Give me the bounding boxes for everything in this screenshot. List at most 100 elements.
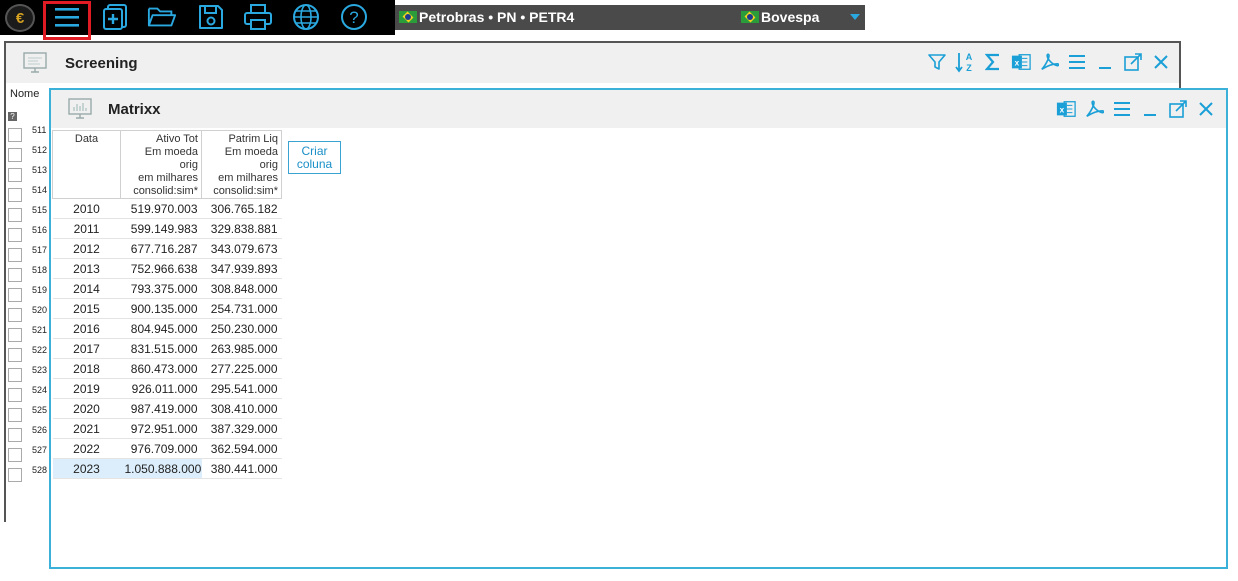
value-cell[interactable]: 347.939.893 [201,258,282,279]
dropdown-arrow-icon[interactable] [850,14,860,21]
open-button[interactable] [147,3,177,31]
year-cell[interactable]: 2015 [52,298,121,319]
row-checkbox[interactable] [8,308,22,322]
table-row[interactable]: 2012 677.716.287 343.079.673 [52,238,282,259]
table-row[interactable]: 2016 804.945.000 250.230.000 [52,318,282,339]
value-cell[interactable]: 972.951.000 [120,418,202,439]
row-checkbox[interactable] [8,128,22,142]
print-button[interactable] [243,3,273,31]
value-cell[interactable]: 926.011.000 [120,378,202,399]
value-cell[interactable]: 380.441.000 [201,458,282,479]
table-row[interactable]: 2020 987.419.000 308.410.000 [52,398,282,419]
filter-button[interactable] [927,51,947,73]
row-checkbox[interactable] [8,428,22,442]
web-button[interactable] [291,3,321,31]
maximize-button[interactable] [1168,98,1188,120]
column-header-nome[interactable]: Nome [10,88,39,100]
create-column-button[interactable]: Criar coluna [288,141,341,174]
row-checkbox[interactable] [8,368,22,382]
row-checkbox[interactable] [8,468,22,482]
table-row[interactable]: 2013 752.966.638 347.939.893 [52,258,282,279]
value-cell[interactable]: 987.419.000 [120,398,202,419]
value-cell[interactable]: 599.149.983 [120,218,202,239]
row-checkbox[interactable] [8,448,22,462]
ticker-bar[interactable]: Petrobras • PN • PETR4 Bovespa [395,5,865,30]
value-cell[interactable]: 1.050.888.000 [120,458,202,479]
help-button[interactable]: ? [339,3,369,31]
pdf-button[interactable] [1039,51,1059,73]
excel-button[interactable]: x [1011,51,1031,73]
table-row[interactable]: 2011 599.149.983 329.838.881 [52,218,282,239]
year-cell[interactable]: 2016 [52,318,121,339]
minimize-button[interactable] [1140,98,1160,120]
year-cell[interactable]: 2013 [52,258,121,279]
year-cell[interactable]: 2020 [52,398,121,419]
row-checkbox[interactable] [8,328,22,342]
value-cell[interactable]: 306.765.182 [201,198,282,219]
row-checkbox[interactable] [8,188,22,202]
column-header[interactable]: Data [52,130,121,199]
value-cell[interactable]: 860.473.000 [120,358,202,379]
table-row[interactable]: 2015 900.135.000 254.731.000 [52,298,282,319]
value-cell[interactable]: 752.966.638 [120,258,202,279]
value-cell[interactable]: 308.410.000 [201,398,282,419]
new-document-button[interactable] [100,3,130,31]
sort-button[interactable]: A Z [955,51,975,73]
year-cell[interactable]: 2019 [52,378,121,399]
row-checkbox[interactable] [8,288,22,302]
value-cell[interactable]: 263.985.000 [201,338,282,359]
save-button[interactable] [196,3,226,31]
year-cell[interactable]: 2022 [52,438,121,459]
table-row[interactable]: 2017 831.515.000 263.985.000 [52,338,282,359]
menu-button[interactable] [52,3,82,31]
value-cell[interactable]: 900.135.000 [120,298,202,319]
value-cell[interactable]: 308.848.000 [201,278,282,299]
row-checkbox[interactable] [8,168,22,182]
row-checkbox[interactable] [8,388,22,402]
column-header[interactable]: Patrim Liq Em moeda orig em milhares consol… [201,130,282,199]
row-checkbox[interactable] [8,208,22,222]
value-cell[interactable]: 387.329.000 [201,418,282,439]
close-button[interactable] [1196,98,1216,120]
options-menu-button[interactable] [1067,51,1087,73]
year-cell[interactable]: 2010 [52,198,121,219]
maximize-button[interactable] [1123,51,1143,73]
sum-button[interactable] [983,51,1003,73]
table-row[interactable]: 2023 1.050.888.000 380.441.000 [52,458,282,479]
value-cell[interactable]: 250.230.000 [201,318,282,339]
help-mark-icon[interactable]: ? [8,112,17,121]
value-cell[interactable]: 362.594.000 [201,438,282,459]
row-checkbox[interactable] [8,268,22,282]
app-logo[interactable]: € [5,4,35,32]
excel-button[interactable]: x [1056,98,1076,120]
table-row[interactable]: 2022 976.709.000 362.594.000 [52,438,282,459]
value-cell[interactable]: 831.515.000 [120,338,202,359]
value-cell[interactable]: 976.709.000 [120,438,202,459]
year-cell[interactable]: 2023 [52,458,121,479]
value-cell[interactable]: 519.970.003 [120,198,202,219]
value-cell[interactable]: 329.838.881 [201,218,282,239]
table-row[interactable]: 2021 972.951.000 387.329.000 [52,418,282,439]
table-row[interactable]: 2014 793.375.000 308.848.000 [52,278,282,299]
list-item[interactable]: 528 [8,465,48,488]
value-cell[interactable]: 793.375.000 [120,278,202,299]
year-cell[interactable]: 2012 [52,238,121,259]
pdf-button[interactable] [1084,98,1104,120]
table-row[interactable]: 2010 519.970.003 306.765.182 [52,198,282,219]
value-cell[interactable]: 343.079.673 [201,238,282,259]
minimize-button[interactable] [1095,51,1115,73]
row-checkbox[interactable] [8,148,22,162]
year-cell[interactable]: 2017 [52,338,121,359]
column-header[interactable]: Ativo Tot Em moeda orig em milhares consoli… [120,130,202,199]
value-cell[interactable]: 254.731.000 [201,298,282,319]
year-cell[interactable]: 2021 [52,418,121,439]
close-button[interactable] [1151,51,1171,73]
year-cell[interactable]: 2018 [52,358,121,379]
row-checkbox[interactable] [8,348,22,362]
row-checkbox[interactable] [8,248,22,262]
year-cell[interactable]: 2014 [52,278,121,299]
value-cell[interactable]: 677.716.287 [120,238,202,259]
value-cell[interactable]: 295.541.000 [201,378,282,399]
row-checkbox[interactable] [8,228,22,242]
table-row[interactable]: 2019 926.011.000 295.541.000 [52,378,282,399]
